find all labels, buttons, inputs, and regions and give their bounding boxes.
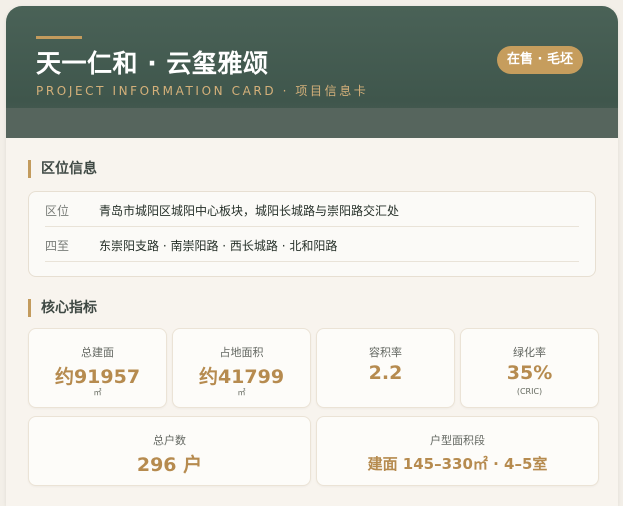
metric-value: 约41799 (198, 366, 285, 388)
metric-value: 2.2 (368, 362, 403, 384)
metric-unit: ㎡ (93, 388, 102, 397)
row-value: 东崇阳支路 · 南崇阳路 · 西长城路 · 北和阳路 (99, 239, 338, 253)
metric-label: 绿化率 (513, 346, 546, 359)
metric-unit: ㎡ (237, 388, 246, 397)
location-row-boundaries: 四至 东崇阳支路 · 南崇阳路 · 西长城路 · 北和阳路 (45, 227, 579, 262)
card-header: 天一仁和 · 云玺雅颂 PROJECT INFORMATION CARD · 项… (6, 6, 618, 138)
location-section-title: 区位信息 (28, 160, 97, 178)
card-subtitle: PROJECT INFORMATION CARD · 项目信息卡 (36, 84, 369, 98)
header-band (6, 108, 618, 138)
row-value: 青岛市城阳区城阳中心板块，城阳长城路与崇阳路交汇处 (99, 204, 400, 218)
location-row-district: 区位 青岛市城阳区城阳中心板块，城阳长城路与崇阳路交汇处 (45, 192, 579, 227)
metrics-section-title: 核心指标 (28, 299, 97, 317)
metric-unit-size-range: 户型面积段 建面 145–330㎡ · 4–5室 (316, 416, 599, 486)
metric-value: 296 户 (136, 454, 203, 476)
metric-plot-ratio: 容积率 2.2 (316, 328, 455, 408)
metric-green-rate: 绿化率 35% (CRIC) (460, 328, 599, 408)
location-info-box: 区位 青岛市城阳区城阳中心板块，城阳长城路与崇阳路交汇处 四至 东崇阳支路 · … (28, 191, 596, 277)
metric-unit: (CRIC) (516, 387, 543, 396)
metric-total-households: 总户数 296 户 (28, 416, 311, 486)
status-badge: 在售 · 毛坯 (497, 46, 583, 74)
metric-label: 总建面 (81, 346, 114, 359)
row-label: 区位 (45, 204, 70, 218)
metric-label: 总户数 (153, 434, 186, 447)
row-label: 四至 (45, 239, 70, 253)
metric-value: 35% (506, 362, 553, 384)
metric-site-area: 占地面积 约41799 ㎡ (172, 328, 311, 408)
accent-line (36, 36, 82, 39)
metric-value: 约91957 (54, 366, 141, 388)
metric-value: 建面 145–330㎡ · 4–5室 (367, 455, 548, 473)
metric-label: 容积率 (369, 346, 402, 359)
project-card: 天一仁和 · 云玺雅颂 PROJECT INFORMATION CARD · 项… (6, 6, 618, 506)
project-title: 天一仁和 · 云玺雅颂 (36, 49, 269, 78)
metric-label: 户型面积段 (430, 434, 485, 447)
metric-label: 占地面积 (219, 346, 264, 359)
metric-total-floor-area: 总建面 约91957 ㎡ (28, 328, 167, 408)
